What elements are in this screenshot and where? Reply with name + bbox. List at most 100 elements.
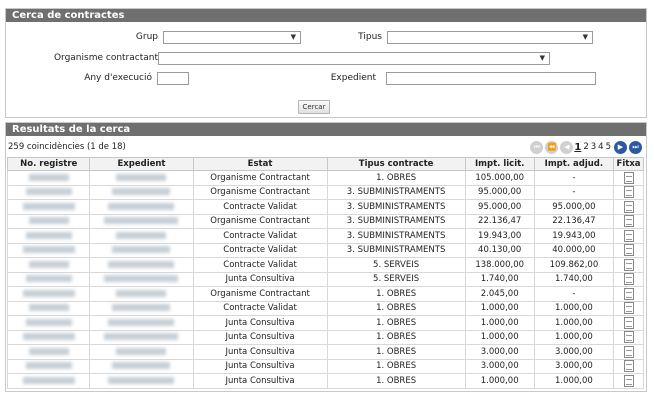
no-registre-cell[interactable] — [6, 242, 91, 258]
expedient-cell[interactable] — [89, 358, 194, 374]
table-row[interactable]: Contracte Validat 5. SERVEIS 138.000,00 109… — [6, 257, 644, 273]
document-icon[interactable] — [623, 171, 634, 184]
table-row[interactable]: Contracte Validat 1. OBRES 1.000,00 1.000,0… — [6, 300, 644, 316]
fitxa-cell[interactable] — [613, 344, 644, 360]
document-icon[interactable] — [623, 186, 634, 199]
no-registre-cell[interactable] — [6, 199, 91, 215]
col-fitxa[interactable]: Fitxa — [613, 157, 644, 171]
no-registre-cell[interactable] — [6, 170, 91, 186]
table-row[interactable]: Junta Consultiva 5. SERVEIS 1.740,00 1.740,… — [6, 271, 644, 287]
expedient-cell[interactable] — [89, 170, 194, 186]
no-registre-cell[interactable] — [6, 373, 91, 389]
no-registre-cell[interactable] — [6, 300, 91, 316]
col-no-registre[interactable]: No. registre — [6, 157, 91, 171]
no-registre-cell[interactable] — [6, 228, 91, 244]
fitxa-cell[interactable] — [613, 184, 644, 200]
table-row[interactable]: Organisme Contractant 1. OBRES 2.045,00- — [6, 286, 644, 302]
fitxa-cell[interactable] — [613, 228, 644, 244]
no-registre-cell[interactable] — [6, 344, 91, 360]
no-registre-cell[interactable] — [6, 315, 91, 331]
fitxa-cell[interactable] — [613, 329, 644, 345]
col-tipus-contracte[interactable]: Tipus contracte — [326, 157, 466, 171]
table-row[interactable]: Organisme Contractant 1. OBRES 105.000,00- — [6, 170, 644, 186]
page-5[interactable]: 5 — [606, 142, 611, 152]
document-icon[interactable] — [623, 316, 634, 329]
document-icon[interactable] — [623, 215, 634, 228]
results-count: 259 coincidències (1 de 18) — [8, 142, 126, 152]
page-3[interactable]: 3 — [591, 142, 596, 152]
expedient-cell[interactable] — [89, 242, 194, 258]
document-icon[interactable] — [623, 374, 634, 387]
no-registre-cell[interactable] — [6, 184, 91, 200]
col-estat[interactable]: Estat — [192, 157, 328, 171]
any-input[interactable] — [157, 72, 189, 85]
document-icon[interactable] — [623, 229, 634, 242]
document-icon[interactable] — [623, 200, 634, 213]
fitxa-cell[interactable] — [613, 373, 644, 389]
expedient-cell[interactable] — [89, 300, 194, 316]
prev-page-icon[interactable]: ⏪ — [545, 140, 559, 154]
table-row[interactable]: Junta Consultiva 1. OBRES 3.000,00 3.000,00 — [6, 344, 644, 360]
expedient-cell[interactable] — [89, 184, 194, 200]
no-registre-cell[interactable] — [6, 271, 91, 287]
no-registre-cell[interactable] — [6, 358, 91, 374]
document-icon[interactable] — [623, 244, 634, 257]
document-icon[interactable] — [623, 345, 634, 358]
expedient-input[interactable] — [386, 72, 596, 85]
grup-select[interactable]: ▼ — [163, 31, 301, 44]
cercar-button[interactable]: Cercar — [298, 100, 330, 114]
expedient-cell[interactable] — [89, 373, 194, 389]
no-registre-cell[interactable] — [6, 329, 91, 345]
col-impt-adjud[interactable]: Impt. adjud. — [533, 157, 615, 171]
fitxa-cell[interactable] — [613, 358, 644, 374]
table-row[interactable]: Junta Consultiva 1. OBRES 1.000,00 1.000,00 — [6, 315, 644, 331]
table-row[interactable]: Junta Consultiva 1. OBRES 1.000,00 1.000,00 — [6, 329, 644, 345]
document-icon[interactable] — [623, 273, 634, 286]
fitxa-cell[interactable] — [613, 271, 644, 287]
fitxa-cell[interactable] — [613, 213, 644, 229]
fitxa-cell[interactable] — [613, 170, 644, 186]
expedient-cell[interactable] — [89, 257, 194, 273]
expedient-cell[interactable] — [89, 315, 194, 331]
expedient-cell[interactable] — [89, 228, 194, 244]
col-impt-licit[interactable]: Impt. licit. — [464, 157, 535, 171]
expedient-cell[interactable] — [89, 213, 194, 229]
page-2[interactable]: 2 — [583, 142, 588, 152]
page-4[interactable]: 4 — [598, 142, 603, 152]
first-page-icon[interactable]: ⏮ — [530, 140, 544, 154]
fitxa-cell[interactable] — [613, 300, 644, 316]
expedient-cell[interactable] — [89, 344, 194, 360]
last-page-icon[interactable]: ⏭ — [629, 140, 642, 154]
no-registre-cell[interactable] — [6, 286, 91, 302]
estat-cell: Organisme Contractant — [192, 286, 328, 302]
table-row[interactable]: Organisme Contractant 3. SUBMINISTRAMENTS… — [6, 184, 644, 200]
fitxa-cell[interactable] — [613, 286, 644, 302]
expedient-cell[interactable] — [89, 286, 194, 302]
tipus-select[interactable]: ▼ — [387, 31, 593, 44]
document-icon[interactable] — [623, 360, 634, 373]
table-row[interactable]: Junta Consultiva 1. OBRES 3.000,00 3.000,00 — [6, 358, 644, 374]
no-registre-cell[interactable] — [6, 257, 91, 273]
expedient-cell[interactable] — [89, 271, 194, 287]
expedient-cell[interactable] — [89, 329, 194, 345]
prev-icon[interactable]: ◀ — [560, 140, 574, 154]
col-expedient[interactable]: Expedient — [89, 157, 194, 171]
fitxa-cell[interactable] — [613, 199, 644, 215]
table-row[interactable]: Contracte Validat 3. SUBMINISTRAMENTS 95.0… — [6, 199, 644, 215]
document-icon[interactable] — [623, 302, 634, 315]
page-1[interactable]: 1 — [574, 142, 581, 153]
organisme-select[interactable]: ▼ — [158, 52, 550, 65]
document-icon[interactable] — [623, 287, 634, 300]
fitxa-cell[interactable] — [613, 315, 644, 331]
table-row[interactable]: Contracte Validat 3. SUBMINISTRAMENTS 40.1… — [6, 242, 644, 258]
expedient-cell[interactable] — [89, 199, 194, 215]
table-row[interactable]: Organisme Contractant 3. SUBMINISTRAMENTS… — [6, 213, 644, 229]
fitxa-cell[interactable] — [613, 257, 644, 273]
no-registre-cell[interactable] — [6, 213, 91, 229]
table-row[interactable]: Contracte Validat 3. SUBMINISTRAMENTS 19.9… — [6, 228, 644, 244]
table-row[interactable]: Junta Consultiva 1. OBRES 1.000,00 1.000,00 — [6, 373, 644, 389]
document-icon[interactable] — [623, 258, 634, 271]
fitxa-cell[interactable] — [613, 242, 644, 258]
next-page-icon[interactable]: ▶ — [614, 140, 627, 154]
document-icon[interactable] — [623, 331, 634, 344]
